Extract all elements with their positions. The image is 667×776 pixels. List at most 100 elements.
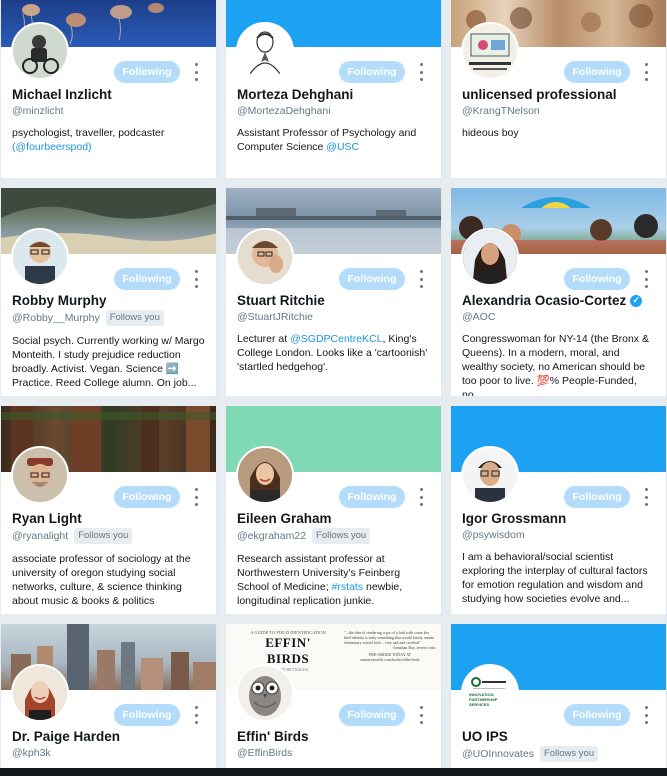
avatar[interactable] [236,228,294,286]
handle-row: @kph3k [12,746,208,760]
handle-row: @KrangTNelson [462,104,658,118]
display-name[interactable]: Ryan Light [12,510,208,527]
arrow-right-icon: ➡️ [165,363,179,375]
bio-link[interactable]: @USC [326,141,359,153]
more-options-icon[interactable] [193,63,199,81]
user-card[interactable]: Following Eileen Graham @ekgraham22 Follo… [226,406,442,624]
following-button[interactable]: Following [564,704,630,726]
handle-row: @StuartJRitchie [237,310,433,324]
user-card[interactable]: A GUIDE TO FIELD IDENTIFICATION EFFIN' B… [226,624,442,776]
user-card[interactable]: Following Michael Inzlicht @minzlicht ps… [1,0,217,188]
avatar[interactable] [461,228,519,286]
bio: Research assistant professor at Northwes… [237,553,403,607]
bio: Assistant Professor of Psychology and Co… [237,127,417,153]
display-name[interactable]: Alexandria Ocasio-Cortez ✓ [462,292,658,309]
more-options-icon[interactable] [643,706,649,724]
avatar[interactable] [11,228,69,286]
display-name[interactable]: Eileen Graham [237,510,433,527]
user-card[interactable]: Following Alexandria Ocasio-Cortez ✓ @AOC… [451,188,667,406]
handle[interactable]: @kph3k [12,746,51,760]
avatar[interactable] [461,446,519,504]
profile-info: Dr. Paige Harden @kph3k [12,728,208,760]
book-url[interactable]: aaronreynolds.com/books/effin-birds [344,657,436,662]
hashtag-link[interactable]: #rstats [332,581,364,593]
profile-info: Morteza Dehghani @MortezaDehghani Assist… [237,86,433,154]
following-button[interactable]: Following [339,61,405,83]
avatar[interactable] [11,22,69,80]
more-options-icon[interactable] [418,63,424,81]
book-blurb: "...the idea of rendering a pic of a bir… [344,630,436,662]
profile-info: Stuart Ritchie @StuartJRitchie Lecturer … [237,292,433,374]
display-name[interactable]: Morteza Dehghani [237,86,433,103]
avatar[interactable]: INNOVATION PARTNERSHIP SERVICES [461,664,519,722]
more-options-icon[interactable] [418,488,424,506]
bio-link[interactable]: @SGDPCentreKCL [290,333,382,345]
following-button[interactable]: Following [114,268,180,290]
handle[interactable]: @ekgraham22 [237,529,306,543]
handle-row: @ekgraham22 Follows you [237,528,433,544]
handle[interactable]: @StuartJRitchie [237,310,313,324]
taskbar-edge [0,768,667,776]
handle[interactable]: @AOC [462,310,495,324]
bio: Social psych. Currently working w/ Margo… [12,335,205,389]
more-options-icon[interactable] [418,706,424,724]
display-name[interactable]: UO IPS [462,728,658,745]
bio: hideous boy [462,127,519,139]
more-options-icon[interactable] [193,270,199,288]
avatar[interactable] [236,446,294,504]
handle[interactable]: @Robby__Murphy [12,311,100,325]
handle[interactable]: @psywisdom [462,528,525,542]
more-options-icon[interactable] [643,63,649,81]
book-quote: "...the idea of rendering a pic of a bir… [344,630,435,645]
sketch-avatar-icon [238,24,292,78]
following-button[interactable]: Following [339,486,405,508]
display-name[interactable]: Igor Grossmann [462,510,658,527]
following-button[interactable]: Following [339,268,405,290]
user-card[interactable]: Following Dr. Paige Harden @kph3k [1,624,217,776]
handle[interactable]: @UOInnovates [462,747,534,761]
smile-avatar-icon [238,448,292,502]
following-button[interactable]: Following [114,61,180,83]
display-name[interactable]: Robby Murphy [12,292,208,309]
following-button[interactable]: Following [114,486,180,508]
bio: Congresswoman for NY-14 (the Bronx & Que… [462,333,649,401]
handle[interactable]: @minzlicht [12,104,64,118]
display-name[interactable]: Stuart Ritchie [237,292,433,309]
more-options-icon[interactable] [193,706,199,724]
display-name[interactable]: Michael Inzlicht [12,86,208,103]
display-name[interactable]: Dr. Paige Harden [12,728,208,745]
avatar[interactable] [236,664,294,722]
more-options-icon[interactable] [418,270,424,288]
more-options-icon[interactable] [193,488,199,506]
user-card[interactable]: Following unlicensed professional @Krang… [451,0,667,188]
handle[interactable]: @KrangTNelson [462,104,540,118]
following-button[interactable]: Following [114,704,180,726]
following-button[interactable]: Following [339,704,405,726]
user-card[interactable]: Following Ryan Light @ryanalight Follows … [1,406,217,624]
handle[interactable]: @ryanalight [12,529,68,543]
user-card[interactable]: INNOVATION PARTNERSHIP SERVICES Followin… [451,624,667,776]
handle[interactable]: @MortezaDehghani [237,104,331,118]
user-card[interactable]: Following Morteza Dehghani @MortezaDehgh… [226,0,442,188]
handle[interactable]: @EffinBirds [237,746,292,760]
avatar[interactable] [236,22,294,80]
avatar[interactable] [11,664,69,722]
user-card[interactable]: Following Stuart Ritchie @StuartJRitchie… [226,188,442,406]
following-button[interactable]: Following [564,486,630,508]
following-button[interactable]: Following [564,268,630,290]
display-name[interactable]: unlicensed professional [462,86,658,103]
following-button[interactable]: Following [564,61,630,83]
profile-info: Michael Inzlicht @minzlicht psychologist… [12,86,208,154]
avatar[interactable] [11,446,69,504]
user-card[interactable]: Following Igor Grossmann @psywisdom I am… [451,406,667,624]
display-name[interactable]: Effin' Birds [237,728,433,745]
profile-info: Alexandria Ocasio-Cortez ✓ @AOC Congressw… [462,292,658,401]
more-options-icon[interactable] [643,270,649,288]
portrait-avatar-icon [463,230,517,284]
more-options-icon[interactable] [643,488,649,506]
bio-link[interactable]: @fourbeerspod [16,141,89,153]
handle-row: @MortezaDehghani [237,104,433,118]
avatar[interactable] [461,22,519,80]
user-card[interactable]: Following Robby Murphy @Robby__Murphy Fol… [1,188,217,406]
follows-you-badge: Follows you [312,528,371,544]
